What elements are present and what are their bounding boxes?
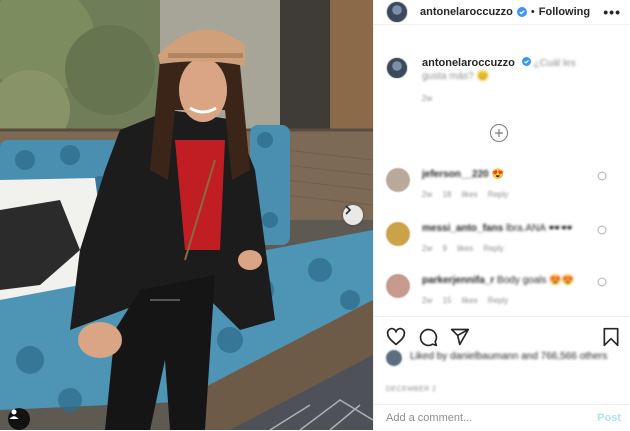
caption-username[interactable]: antonelaroccuzzo [422, 57, 515, 69]
comment-avatar[interactable] [386, 274, 410, 298]
share-icon [450, 328, 470, 346]
comment-text: 😍 [491, 169, 504, 180]
post-date[interactable]: DECEMBER 2 [386, 386, 437, 393]
add-comment-input[interactable] [386, 412, 598, 424]
author-username[interactable]: antonelaroccuzzo [420, 6, 513, 18]
comment-username[interactable]: messi_anto_fans [422, 223, 503, 234]
caption-time[interactable]: 2w [422, 92, 602, 105]
heart-icon [386, 327, 406, 346]
caption: antonelaroccuzzo ¿Cuál les gusta más? 😊 … [386, 57, 621, 105]
save-button[interactable] [601, 327, 621, 347]
verified-badge-icon [516, 7, 527, 17]
comment-button[interactable] [418, 327, 438, 347]
comment-avatar[interactable] [386, 168, 410, 192]
post-side-panel: antonelaroccuzzo • Following ••• antonel… [373, 0, 630, 430]
likes-text[interactable]: Liked by danielbaumann and 766,566 other… [410, 350, 607, 363]
comment-like-icon[interactable] [597, 171, 607, 181]
load-more-comments-button[interactable] [490, 124, 508, 142]
comment-text: lbra.ANA 🕶️🕶️ [505, 223, 574, 234]
comment-meta[interactable]: 2w 15 likes Reply [422, 294, 574, 307]
author-avatar[interactable] [386, 1, 408, 23]
comment-text: Body goals 😍😍 [497, 275, 575, 286]
more-icon[interactable]: ••• [603, 4, 621, 20]
likes-summary[interactable]: Liked by danielbaumann and 766,566 other… [386, 350, 607, 366]
post-photo[interactable] [0, 0, 373, 430]
comment-avatar[interactable] [386, 222, 410, 246]
load-more-icon [495, 129, 503, 137]
comment-like-icon[interactable] [597, 225, 607, 235]
comment-item: messi_anto_fans lbra.ANA 🕶️🕶️ 2w 9 likes… [386, 222, 621, 255]
tag-user-icon [9, 409, 19, 419]
liker-avatar [386, 350, 402, 366]
post-header: antonelaroccuzzo • Following ••• [374, 0, 630, 25]
post-comment-button[interactable]: Post [597, 412, 621, 424]
comment-icon [419, 328, 438, 347]
save-icon [603, 327, 619, 347]
chevron-right-icon [345, 205, 352, 215]
comment-meta[interactable]: 2w 9 likes Reply [422, 242, 573, 255]
comment-like-icon[interactable] [597, 277, 607, 287]
tagged-users-button[interactable] [8, 408, 30, 430]
comment-item: jeferson__220 😍 2w 18 likes Reply [386, 168, 621, 201]
comment-item: parkerjennifa_r Body goals 😍😍 2w 15 like… [386, 274, 621, 307]
photo-illustration [0, 0, 373, 430]
next-photo-button[interactable] [343, 205, 363, 225]
following-button[interactable]: Following [539, 6, 590, 18]
comment-meta[interactable]: 2w 18 likes Reply [422, 188, 508, 201]
comment-username[interactable]: parkerjennifa_r [422, 275, 494, 286]
share-button[interactable] [450, 327, 470, 347]
comment-username[interactable]: jeferson__220 [422, 169, 489, 180]
verified-badge-icon [521, 57, 531, 66]
caption-avatar[interactable] [386, 57, 408, 79]
add-comment-bar: Post [374, 404, 630, 431]
like-button[interactable] [386, 327, 406, 347]
header-separator: • [530, 6, 535, 18]
